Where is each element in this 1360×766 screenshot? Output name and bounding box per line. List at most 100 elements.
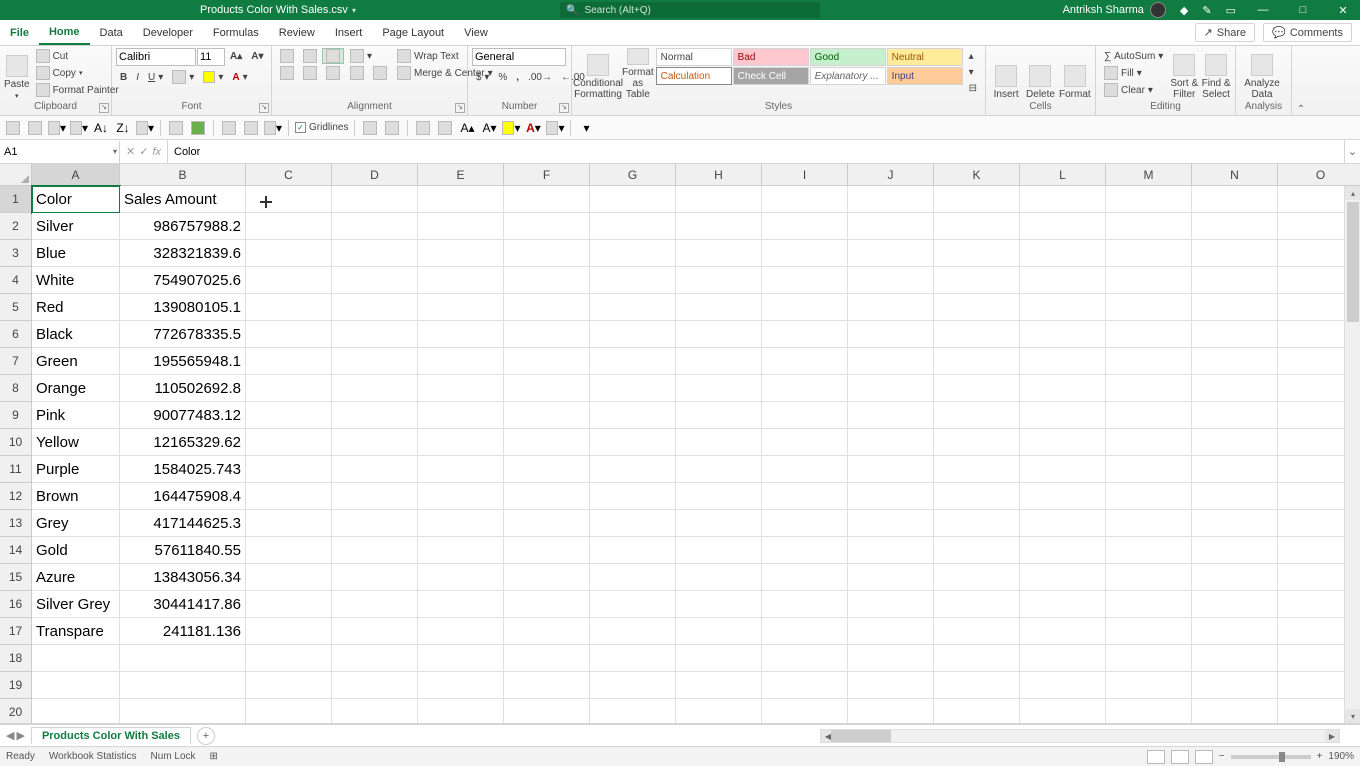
- qat-btn-15[interactable]: [414, 119, 432, 137]
- expand-formula-bar[interactable]: ⌄: [1344, 140, 1360, 163]
- cell-N3[interactable]: [1192, 240, 1278, 267]
- cell-J17[interactable]: [848, 618, 934, 645]
- cell-C11[interactable]: [246, 456, 332, 483]
- scroll-right-icon[interactable]: ▶: [1325, 730, 1339, 742]
- cell-K19[interactable]: [934, 672, 1020, 699]
- format-cells-button[interactable]: Format: [1059, 48, 1091, 100]
- paste-button[interactable]: Paste▾: [4, 48, 30, 100]
- cell-F6[interactable]: [504, 321, 590, 348]
- cell-B11[interactable]: 1584025.743: [120, 456, 246, 483]
- cell-H7[interactable]: [676, 348, 762, 375]
- cell-H3[interactable]: [676, 240, 762, 267]
- cell-G1[interactable]: [590, 186, 676, 213]
- cell-E10[interactable]: [418, 429, 504, 456]
- fill-button[interactable]: Fill ▾: [1100, 65, 1167, 81]
- zoom-value[interactable]: 190%: [1328, 751, 1354, 762]
- cell-N8[interactable]: [1192, 375, 1278, 402]
- cell-L14[interactable]: [1020, 537, 1106, 564]
- collapse-ribbon-button[interactable]: ⌃: [1292, 46, 1310, 115]
- cell-G12[interactable]: [590, 483, 676, 510]
- cell-F14[interactable]: [504, 537, 590, 564]
- cell-N11[interactable]: [1192, 456, 1278, 483]
- underline-button[interactable]: U ▾: [144, 69, 167, 85]
- cell-B19[interactable]: [120, 672, 246, 699]
- zoom-slider[interactable]: [1231, 755, 1311, 759]
- cell-H4[interactable]: [676, 267, 762, 294]
- menu-tab-page-layout[interactable]: Page Layout: [372, 20, 454, 45]
- cell-E9[interactable]: [418, 402, 504, 429]
- cell-E8[interactable]: [418, 375, 504, 402]
- column-header-K[interactable]: K: [934, 164, 1020, 186]
- cell-I3[interactable]: [762, 240, 848, 267]
- qat-sort-asc[interactable]: A↓: [92, 119, 110, 137]
- scroll-down-icon[interactable]: ▾: [1345, 709, 1360, 723]
- cell-N16[interactable]: [1192, 591, 1278, 618]
- cell-C20[interactable]: [246, 699, 332, 724]
- cell-E15[interactable]: [418, 564, 504, 591]
- row-header-11[interactable]: 11: [0, 456, 32, 483]
- cell-L8[interactable]: [1020, 375, 1106, 402]
- cell-I15[interactable]: [762, 564, 848, 591]
- cell-I14[interactable]: [762, 537, 848, 564]
- cell-D15[interactable]: [332, 564, 418, 591]
- menu-tab-data[interactable]: Data: [90, 20, 133, 45]
- cell-F13[interactable]: [504, 510, 590, 537]
- cell-F19[interactable]: [504, 672, 590, 699]
- share-button[interactable]: ↗Share: [1195, 23, 1256, 42]
- font-name-input[interactable]: [116, 48, 196, 66]
- decrease-font-button[interactable]: A▾: [247, 48, 267, 64]
- cut-button[interactable]: Cut: [32, 48, 123, 64]
- cell-D10[interactable]: [332, 429, 418, 456]
- cell-C19[interactable]: [246, 672, 332, 699]
- cell-G20[interactable]: [590, 699, 676, 724]
- name-box[interactable]: A1 ▾: [0, 141, 120, 163]
- view-normal-button[interactable]: [1147, 750, 1165, 764]
- cell-D20[interactable]: [332, 699, 418, 724]
- qat-btn-12[interactable]: ▾: [264, 119, 282, 137]
- cell-J7[interactable]: [848, 348, 934, 375]
- column-header-B[interactable]: B: [120, 164, 246, 186]
- style-good[interactable]: Good: [810, 48, 886, 66]
- cell-G3[interactable]: [590, 240, 676, 267]
- cell-E13[interactable]: [418, 510, 504, 537]
- column-header-F[interactable]: F: [504, 164, 590, 186]
- cell-J19[interactable]: [848, 672, 934, 699]
- cell-A4[interactable]: White: [32, 267, 120, 294]
- style-normal[interactable]: Normal: [656, 48, 732, 66]
- cell-M11[interactable]: [1106, 456, 1192, 483]
- cell-E12[interactable]: [418, 483, 504, 510]
- cell-A6[interactable]: Black: [32, 321, 120, 348]
- cell-F2[interactable]: [504, 213, 590, 240]
- cell-C1[interactable]: [246, 186, 332, 213]
- cell-J10[interactable]: [848, 429, 934, 456]
- cell-B9[interactable]: 90077483.12: [120, 402, 246, 429]
- styles-scroll-down[interactable]: ▾: [965, 64, 981, 80]
- cell-N19[interactable]: [1192, 672, 1278, 699]
- close-button[interactable]: ✕: [1330, 0, 1356, 20]
- decrease-indent-button[interactable]: [346, 65, 368, 81]
- cell-N13[interactable]: [1192, 510, 1278, 537]
- cell-D2[interactable]: [332, 213, 418, 240]
- cell-J4[interactable]: [848, 267, 934, 294]
- cell-H1[interactable]: [676, 186, 762, 213]
- row-header-5[interactable]: 5: [0, 294, 32, 321]
- view-page-break-button[interactable]: [1195, 750, 1213, 764]
- cell-F16[interactable]: [504, 591, 590, 618]
- cell-H15[interactable]: [676, 564, 762, 591]
- cancel-formula-icon[interactable]: ✕: [126, 145, 135, 158]
- cell-G5[interactable]: [590, 294, 676, 321]
- cell-M13[interactable]: [1106, 510, 1192, 537]
- number-format-input[interactable]: [472, 48, 566, 66]
- cell-G10[interactable]: [590, 429, 676, 456]
- align-right-button[interactable]: [322, 65, 344, 81]
- cell-J6[interactable]: [848, 321, 934, 348]
- qat-increase-font[interactable]: A▴: [458, 119, 476, 137]
- qat-btn-10[interactable]: [220, 119, 238, 137]
- cell-E11[interactable]: [418, 456, 504, 483]
- cell-G4[interactable]: [590, 267, 676, 294]
- row-header-18[interactable]: 18: [0, 645, 32, 672]
- qat-btn-11[interactable]: [242, 119, 260, 137]
- cell-K17[interactable]: [934, 618, 1020, 645]
- cell-F17[interactable]: [504, 618, 590, 645]
- menu-tab-insert[interactable]: Insert: [325, 20, 373, 45]
